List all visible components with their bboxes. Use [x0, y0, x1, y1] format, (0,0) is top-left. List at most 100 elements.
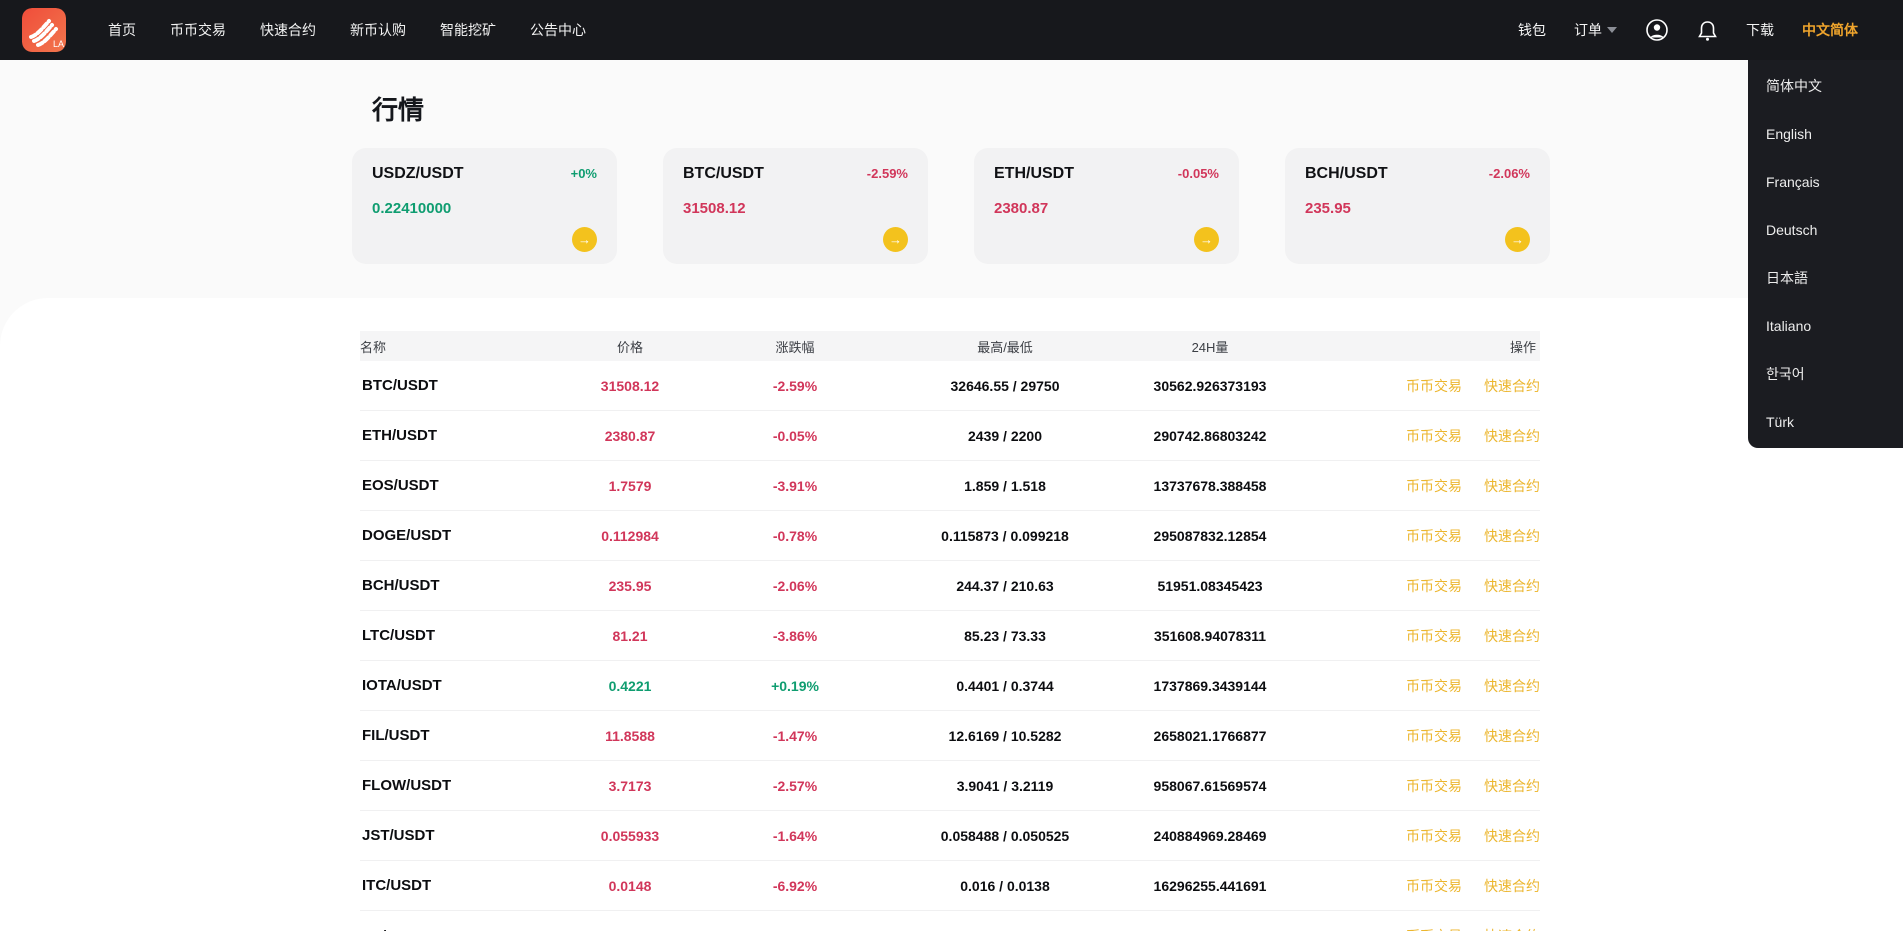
navbar-right: 钱包 订单 下载 中文简体: [1518, 18, 1858, 42]
spot-trade-link[interactable]: 币币交易: [1406, 876, 1462, 896]
quick-contract-link[interactable]: 快速合约: [1484, 576, 1540, 596]
cell-price: 235.95: [608, 577, 652, 594]
spot-trade-link[interactable]: 币币交易: [1406, 826, 1462, 846]
language-option[interactable]: 简体中文: [1748, 62, 1903, 110]
market-panel: 名称 价格 涨跌幅 最高/最低 24H量 操作 BTC/USDT 31508.1…: [0, 298, 1903, 931]
language-option[interactable]: Deutsch: [1748, 206, 1903, 254]
cell-change: -3.91%: [772, 477, 818, 494]
table-row: ETH/USDT 2380.87 -0.05% 2439 / 2200 2907…: [360, 411, 1540, 461]
language-option[interactable]: Türk: [1748, 398, 1903, 446]
cell-change: -2.06%: [772, 577, 818, 594]
arrow-right-icon[interactable]: →: [1505, 227, 1530, 252]
nav-item[interactable]: 币币交易: [170, 20, 226, 40]
quick-contract-link[interactable]: 快速合约: [1484, 426, 1540, 446]
language-dropdown: 简体中文 English Français Deutsch 日本語 Italia…: [1748, 60, 1903, 448]
main-nav: 首页 币币交易 快速合约 新币认购 智能挖矿 公告中心: [108, 20, 586, 40]
table-row: EOS/USDT 1.7579 -3.91% 1.859 / 1.518 137…: [360, 461, 1540, 511]
orders-label: 订单: [1574, 22, 1602, 38]
quick-contract-link[interactable]: 快速合约: [1484, 826, 1540, 846]
cell-pair: ETH/USDT: [362, 427, 437, 444]
cell-pair: DOGE/USDT: [362, 527, 452, 544]
table-row: FIL/USDT 11.8588 -1.47% 12.6169 / 10.528…: [360, 711, 1540, 761]
card-footer: →: [372, 227, 597, 252]
quick-contract-link[interactable]: 快速合约: [1484, 676, 1540, 696]
notifications-bell-icon[interactable]: [1697, 19, 1718, 42]
wallet-link[interactable]: 钱包: [1518, 20, 1546, 40]
card-footer: →: [994, 227, 1219, 252]
cell-pair: BTC/USDT: [362, 377, 438, 394]
market-card[interactable]: BTC/USDT -2.59% 31508.12 →: [663, 148, 928, 264]
table-row: ITC/USDT 0.0148 -6.92% 0.016 / 0.0138 16…: [360, 861, 1540, 911]
nav-item[interactable]: 首页: [108, 20, 136, 40]
table-row: BTC/USDT 31508.12 -2.59% 32646.55 / 2975…: [360, 361, 1540, 411]
download-link[interactable]: 下载: [1746, 20, 1774, 40]
card-pair: ETH/USDT: [994, 165, 1074, 182]
cell-actions: 币币交易 快速合约: [1290, 776, 1540, 796]
cell-price: 3.7173: [608, 777, 652, 794]
cell-change: +0.19%: [771, 677, 819, 694]
quick-contract-link[interactable]: 快速合约: [1484, 776, 1540, 796]
cell-actions: 币币交易 快速合约: [1290, 626, 1540, 646]
spot-trade-link[interactable]: 币币交易: [1406, 526, 1462, 546]
quick-contract-link[interactable]: 快速合约: [1484, 476, 1540, 496]
language-option[interactable]: Français: [1748, 158, 1903, 206]
cell-high-low: 0.058488 / 0.050525: [940, 827, 1070, 844]
cell-volume: 351608.94078311: [1153, 627, 1267, 644]
language-option[interactable]: 한국어: [1748, 350, 1903, 398]
market-card[interactable]: BCH/USDT -2.06% 235.95 →: [1285, 148, 1550, 264]
quick-contract-link[interactable]: 快速合约: [1484, 526, 1540, 546]
cell-price: 1.7579: [608, 477, 652, 494]
cell-high-low: 0.4401 / 0.3744: [956, 677, 1054, 694]
nav-item[interactable]: 新币认购: [350, 20, 406, 40]
quick-contract-link[interactable]: 快速合约: [1484, 376, 1540, 396]
nav-item[interactable]: 智能挖矿: [440, 20, 496, 40]
header-name: 名称: [360, 339, 387, 355]
spot-trade-link[interactable]: 币币交易: [1406, 476, 1462, 496]
orders-menu[interactable]: 订单: [1574, 20, 1617, 40]
cell-pair: JST/USDT: [362, 827, 435, 844]
arrow-right-icon[interactable]: →: [572, 227, 597, 252]
cell-actions: 币币交易 快速合约: [1290, 576, 1540, 596]
quick-contract-link[interactable]: 快速合约: [1484, 876, 1540, 896]
nav-item[interactable]: 快速合约: [260, 20, 316, 40]
card-top: BCH/USDT -2.06%: [1305, 165, 1530, 183]
quick-contract-link[interactable]: 快速合约: [1484, 926, 1540, 931]
spot-trade-link[interactable]: 币币交易: [1406, 376, 1462, 396]
arrow-right-icon[interactable]: →: [1194, 227, 1219, 252]
spot-trade-link[interactable]: 币币交易: [1406, 776, 1462, 796]
language-selector[interactable]: 中文简体: [1802, 20, 1858, 40]
spot-trade-link[interactable]: 币币交易: [1406, 726, 1462, 746]
arrow-right-icon[interactable]: →: [883, 227, 908, 252]
language-option[interactable]: English: [1748, 110, 1903, 158]
card-footer: →: [1305, 227, 1530, 252]
nav-item[interactable]: 公告中心: [530, 20, 586, 40]
cell-actions: 币币交易 快速合约: [1290, 526, 1540, 546]
card-change: -2.59%: [866, 166, 908, 181]
cell-high-low: 32646.55 / 29750: [950, 377, 1060, 394]
spot-trade-link[interactable]: 币币交易: [1406, 676, 1462, 696]
header-volume: 24H量: [1191, 339, 1229, 355]
page-title: 行情: [372, 95, 425, 125]
spot-trade-link[interactable]: 币币交易: [1406, 426, 1462, 446]
language-option[interactable]: 日本語: [1748, 254, 1903, 302]
cell-high-low: 12.6169 / 10.5282: [948, 727, 1062, 744]
spot-trade-link[interactable]: 币币交易: [1406, 576, 1462, 596]
cell-actions: 币币交易 快速合约: [1290, 726, 1540, 746]
cell-actions: 币币交易 快速合约: [1290, 426, 1540, 446]
language-option[interactable]: Italiano: [1748, 302, 1903, 350]
spot-trade-link[interactable]: 币币交易: [1406, 926, 1462, 931]
cell-price: 11.8588: [605, 727, 655, 744]
cell-change: -0.78%: [772, 527, 818, 544]
brand-logo[interactable]: LA: [22, 8, 66, 52]
quick-contract-link[interactable]: 快速合约: [1484, 726, 1540, 746]
cell-change: -3.86%: [772, 627, 818, 644]
market-card[interactable]: USDZ/USDT +0% 0.22410000 →: [352, 148, 617, 264]
card-top: ETH/USDT -0.05%: [994, 165, 1219, 183]
market-card[interactable]: ETH/USDT -0.05% 2380.87 →: [974, 148, 1239, 264]
cell-pair: BCH/USDT: [362, 577, 440, 594]
spot-trade-link[interactable]: 币币交易: [1406, 626, 1462, 646]
card-pair: BCH/USDT: [1305, 165, 1388, 182]
cell-price: 0.4221: [608, 677, 652, 694]
quick-contract-link[interactable]: 快速合约: [1484, 626, 1540, 646]
account-avatar-icon[interactable]: [1645, 18, 1669, 42]
